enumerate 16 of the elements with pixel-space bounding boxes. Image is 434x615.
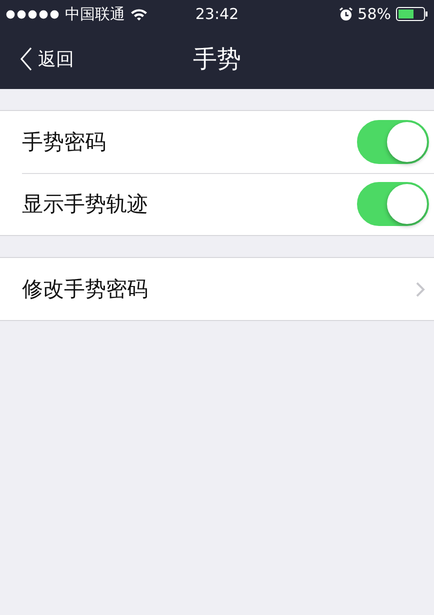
- back-button[interactable]: 返回: [20, 46, 74, 70]
- alarm-icon: [338, 7, 353, 21]
- toggle-switch[interactable]: [357, 182, 429, 226]
- row-label: 显示手势轨迹: [22, 191, 149, 218]
- page-title: 手势: [193, 44, 241, 74]
- settings-row[interactable]: 修改手势密码: [0, 258, 434, 320]
- carrier-name: 中国联通: [65, 4, 125, 24]
- row-label: 手势密码: [22, 129, 107, 156]
- battery-percent: 58%: [358, 5, 392, 23]
- wifi-icon: [130, 8, 148, 20]
- back-chevron-icon: [20, 46, 32, 70]
- toggle-switch[interactable]: [357, 120, 429, 164]
- chevron-icon: [416, 282, 425, 296]
- battery-icon: [396, 7, 428, 21]
- clock-time: 23:42: [195, 5, 239, 23]
- signal-icon: [6, 10, 60, 18]
